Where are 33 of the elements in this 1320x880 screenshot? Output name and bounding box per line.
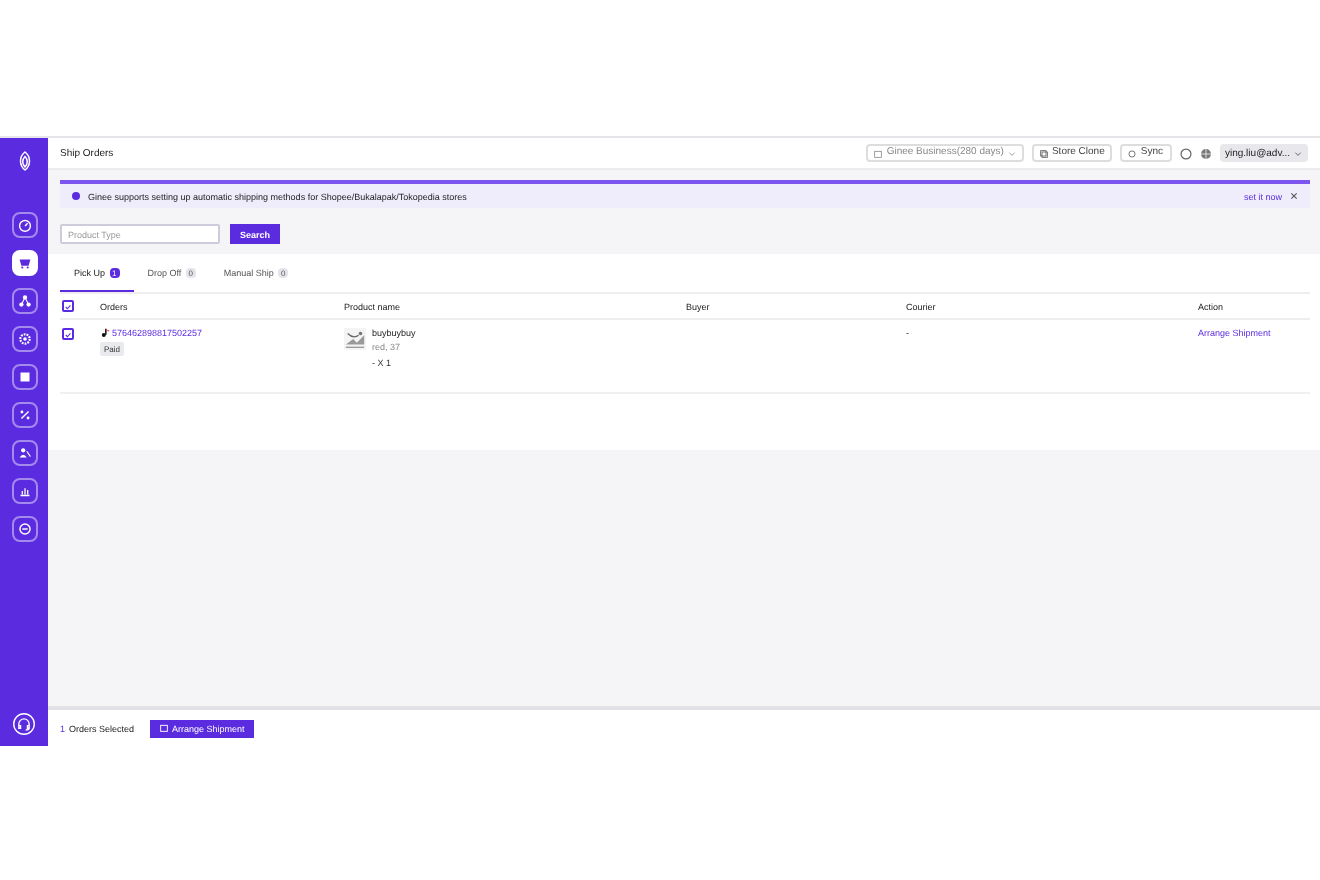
logo-icon <box>15 149 33 171</box>
minus-circle-icon <box>15 520 33 538</box>
calendar-icon <box>874 149 883 157</box>
info-icon <box>72 192 80 200</box>
caret-icon <box>1294 149 1302 157</box>
percent-icon <box>15 406 33 424</box>
checkbox[interactable] <box>62 300 74 312</box>
box-icon <box>15 368 33 386</box>
sidebar-item[interactable] <box>11 250 37 276</box>
sync-icon <box>1128 149 1137 157</box>
sidebar-item[interactable] <box>11 516 37 542</box>
gear-icon <box>15 330 33 348</box>
chart-icon <box>15 482 33 500</box>
sidebar-item[interactable] <box>11 212 37 238</box>
sidebar-item[interactable] <box>11 288 37 314</box>
sidebar-item[interactable] <box>11 402 37 428</box>
cart-icon <box>15 254 33 272</box>
globe-icon[interactable] <box>1199 147 1211 159</box>
users-icon <box>15 444 33 462</box>
help-icon[interactable] <box>1179 147 1191 159</box>
checkbox[interactable] <box>62 328 74 340</box>
caret-icon <box>1007 149 1016 157</box>
hierarchy-icon <box>15 292 33 310</box>
gauge-icon <box>15 216 33 234</box>
music-note-icon <box>100 328 110 338</box>
copy-icon <box>1039 149 1048 157</box>
sidebar-item[interactable] <box>11 326 37 352</box>
sidebar-item[interactable] <box>11 364 37 390</box>
sidebar-item[interactable] <box>11 440 37 466</box>
sidebar-item[interactable] <box>11 478 37 504</box>
box-icon <box>160 724 169 732</box>
headset-icon[interactable] <box>12 712 36 736</box>
close-icon[interactable] <box>1290 192 1298 200</box>
